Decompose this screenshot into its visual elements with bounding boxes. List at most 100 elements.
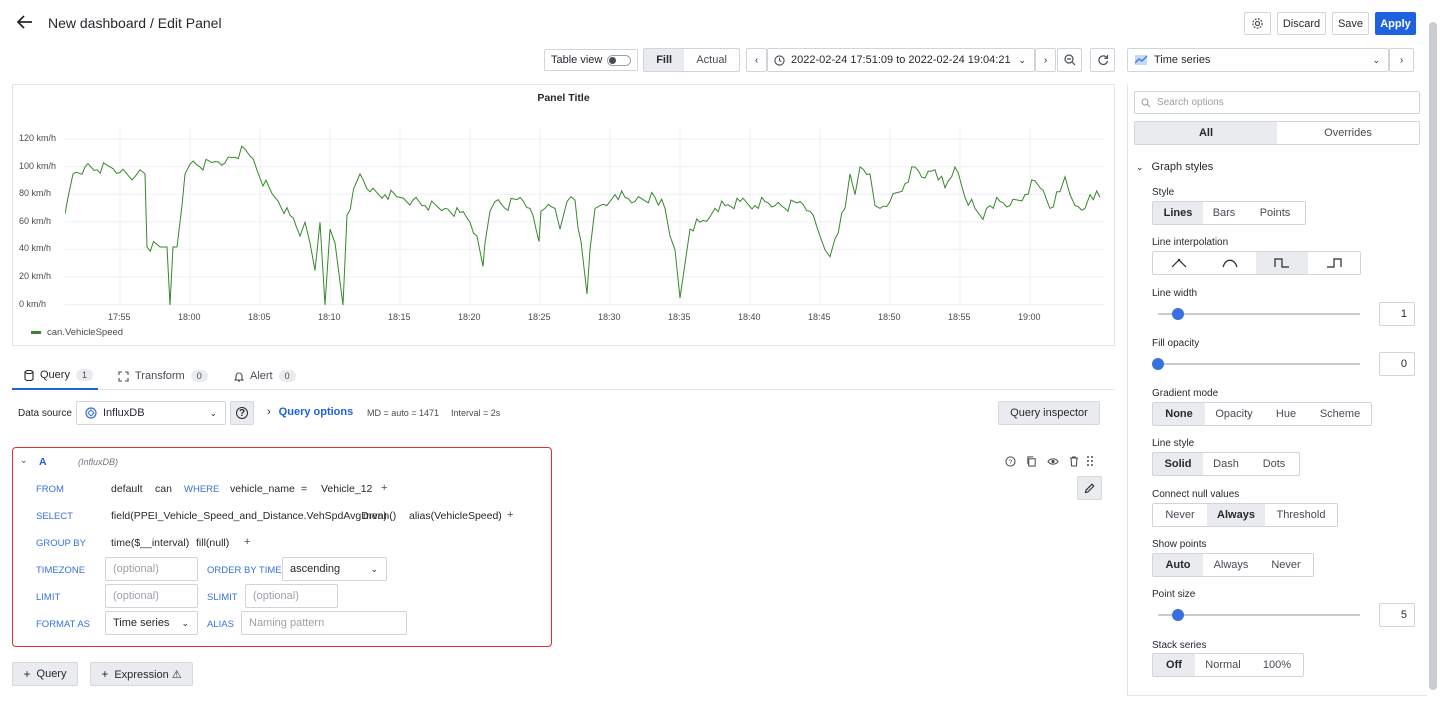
drag-handle-icon[interactable] [1086, 455, 1094, 467]
line-style-solid[interactable]: Solid [1153, 453, 1203, 475]
timezone-input[interactable]: (optional) [105, 557, 198, 581]
legend[interactable]: can.VehicleSpeed [31, 327, 123, 338]
eye-icon[interactable] [1047, 457, 1059, 466]
groupby-time[interactable]: time($__interval) [111, 537, 189, 549]
chevron-down-icon: ⌄ [181, 617, 189, 628]
visualization-picker[interactable]: Time series ⌄ [1127, 48, 1389, 72]
point-size-slider[interactable] [1158, 614, 1360, 616]
options-scrollbar[interactable] [1429, 22, 1437, 690]
slimit-input[interactable]: (optional) [245, 584, 338, 608]
x-tick-label: 18:10 [318, 312, 341, 322]
tab-transform-label: Transform [135, 370, 185, 382]
query-options-toggle[interactable]: › Query options [267, 406, 353, 418]
connect-never[interactable]: Never [1153, 504, 1207, 526]
limit-input[interactable]: (optional) [105, 584, 198, 608]
style-lines[interactable]: Lines [1153, 202, 1203, 224]
from-policy[interactable]: default [111, 483, 143, 495]
tab-alert-label: Alert [250, 370, 273, 382]
add-select-button[interactable]: + [507, 509, 513, 521]
options-collapse-button[interactable]: › [1389, 48, 1414, 72]
formatas-select[interactable]: Time series ⌄ [105, 611, 198, 635]
gradient-hue[interactable]: Hue [1263, 403, 1309, 425]
table-view-toggle[interactable]: Table view [544, 49, 638, 71]
fill-opacity-input[interactable]: 0 [1379, 352, 1415, 376]
select-alias[interactable]: alias(VehicleSpeed) [409, 510, 502, 522]
add-groupby-button[interactable]: + [244, 536, 250, 548]
query-letter[interactable]: A [39, 456, 47, 468]
add-query-label: Query [36, 668, 67, 680]
query-inspector-button[interactable]: Query inspector [998, 401, 1100, 425]
tab-all[interactable]: All [1135, 122, 1277, 144]
fill-opacity-thumb[interactable] [1152, 358, 1164, 370]
tab-query-label: Query [40, 369, 70, 381]
interp-step-before-icon[interactable] [1256, 252, 1308, 274]
connect-always[interactable]: Always [1207, 504, 1265, 526]
add-query-button[interactable]: + Query [12, 662, 78, 686]
refresh-button[interactable] [1090, 48, 1115, 72]
line-width-slider[interactable] [1158, 313, 1360, 315]
where-key[interactable]: vehicle_name [230, 483, 295, 495]
back-arrow-icon[interactable] [16, 13, 34, 31]
edit-raw-query-button[interactable] [1077, 476, 1102, 500]
toggle-switch[interactable] [607, 55, 631, 66]
tab-alert[interactable]: Alert 0 [224, 362, 304, 390]
orderby-select[interactable]: ascending ⌄ [282, 557, 387, 581]
points-auto[interactable]: Auto [1153, 554, 1203, 576]
datasource-picker[interactable]: InfluxDB ⌄ [76, 401, 226, 425]
time-back-button[interactable]: ‹ [746, 48, 767, 72]
interp-smooth-icon[interactable] [1205, 252, 1257, 274]
apply-button[interactable]: Apply [1375, 12, 1416, 35]
line-width-thumb[interactable] [1172, 308, 1184, 320]
zoom-out-button[interactable] [1057, 48, 1082, 72]
gradient-scheme[interactable]: Scheme [1309, 403, 1371, 425]
query-help-icon[interactable]: ? [1005, 456, 1016, 467]
point-size-input[interactable]: 5 [1379, 603, 1415, 627]
discard-button[interactable]: Discard [1277, 12, 1326, 35]
where-operator[interactable]: = [301, 483, 307, 495]
tab-overrides[interactable]: Overrides [1277, 122, 1419, 144]
interp-linear-icon[interactable] [1153, 252, 1205, 274]
points-never[interactable]: Never [1259, 554, 1313, 576]
search-options-input[interactable]: Search options [1134, 91, 1420, 114]
formatas-keyword: FORMAT AS [36, 619, 91, 630]
add-where-button[interactable]: + [381, 482, 387, 494]
graph-styles-section[interactable]: ⌄ Graph styles [1136, 161, 1213, 173]
points-always[interactable]: Always [1203, 554, 1259, 576]
collapse-chevron-icon[interactable]: ⌄ [20, 455, 28, 466]
time-forward-button[interactable]: › [1035, 48, 1056, 72]
time-picker[interactable]: 2022-02-24 17:51:09 to 2022-02-24 19:04:… [767, 48, 1035, 72]
duplicate-icon[interactable] [1026, 456, 1037, 467]
stack-off[interactable]: Off [1153, 654, 1195, 676]
style-bars[interactable]: Bars [1203, 202, 1245, 224]
orderby-keyword: ORDER BY TIME [207, 565, 282, 576]
gradient-none[interactable]: None [1153, 403, 1205, 425]
tab-transform[interactable]: Transform 0 [108, 362, 212, 390]
select-field[interactable]: field(PPEI_Vehicle_Speed_and_Distance.Ve… [111, 510, 387, 522]
alias-input[interactable]: Naming pattern [241, 611, 407, 635]
groupby-fill[interactable]: fill(null) [196, 537, 229, 549]
settings-button[interactable] [1244, 12, 1271, 35]
fill-opacity-slider[interactable] [1158, 363, 1360, 365]
stack-normal[interactable]: Normal [1195, 654, 1251, 676]
where-value[interactable]: Vehicle_12 [321, 483, 372, 495]
orderby-value: ascending [290, 563, 341, 575]
trash-icon[interactable] [1069, 456, 1079, 467]
select-function[interactable]: mean() [363, 510, 396, 522]
tab-query[interactable]: Query 1 [12, 362, 98, 390]
gradient-opacity[interactable]: Opacity [1205, 403, 1263, 425]
stack-100[interactable]: 100% [1251, 654, 1303, 676]
x-tick-label: 18:15 [388, 312, 411, 322]
save-button[interactable]: Save [1332, 12, 1369, 35]
interp-step-after-icon[interactable] [1308, 252, 1360, 274]
datasource-help-button[interactable]: ? [230, 401, 254, 425]
point-size-thumb[interactable] [1172, 609, 1184, 621]
fill-option[interactable]: Fill [644, 49, 685, 71]
actual-option[interactable]: Actual [684, 49, 739, 71]
line-width-input[interactable]: 1 [1379, 302, 1415, 326]
from-measurement[interactable]: can [155, 483, 172, 495]
connect-threshold[interactable]: Threshold [1265, 504, 1337, 526]
line-style-dots[interactable]: Dots [1249, 453, 1299, 475]
add-expression-button[interactable]: + Expression ⚠ [90, 662, 193, 686]
style-points[interactable]: Points [1245, 202, 1305, 224]
line-style-dash[interactable]: Dash [1203, 453, 1249, 475]
